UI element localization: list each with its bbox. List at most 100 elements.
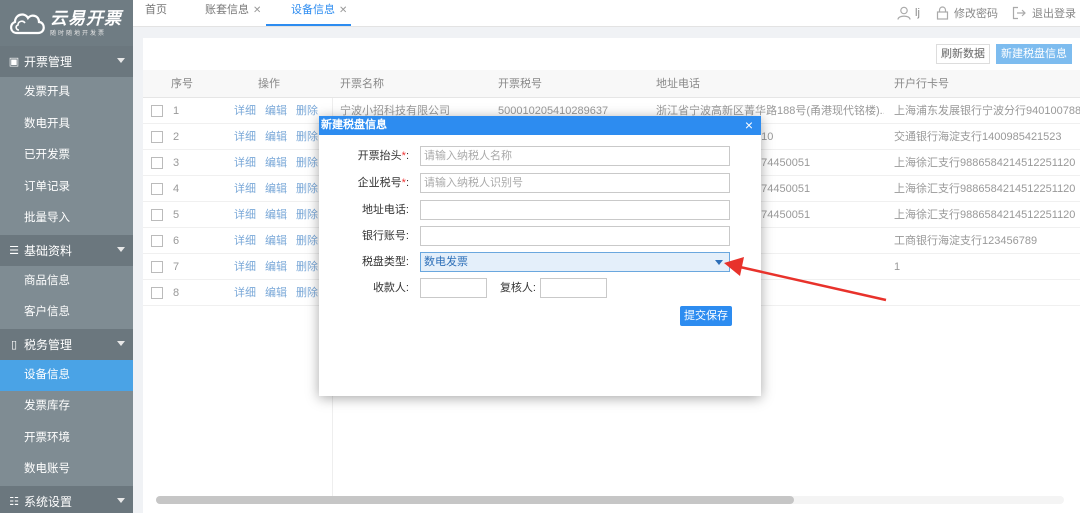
sidebar-item-issued-invoices[interactable]: 已开发票	[0, 140, 133, 172]
sidebar: 云易开票 随时随地开发票 ▣ 开票管理 发票开具 数电开具 已开发票 订单记录 …	[0, 0, 133, 513]
delete-link[interactable]: 删除	[296, 131, 318, 143]
refresh-button[interactable]: 刷新数据	[936, 44, 990, 64]
logo-slogan: 随时随地开发票	[50, 30, 107, 37]
edit-link[interactable]: 编辑	[265, 157, 287, 169]
delete-link[interactable]: 删除	[296, 235, 318, 247]
edit-link[interactable]: 编辑	[265, 209, 287, 221]
sidebar-group-label: 税务管理	[24, 337, 73, 352]
close-icon[interactable]: ×	[745, 116, 753, 135]
row-checkbox[interactable]	[151, 131, 163, 143]
delete-link[interactable]: 删除	[296, 183, 318, 195]
delete-link[interactable]: 删除	[296, 209, 318, 221]
sidebar-item-invoice-stock[interactable]: 发票库存	[0, 391, 133, 423]
address-cell: 910	[755, 131, 774, 143]
chevron-down-icon	[117, 246, 125, 252]
bank-cell: 工商银行海淀支行123456789	[894, 235, 1038, 247]
address-cell: 574450051	[755, 209, 811, 221]
delete-link[interactable]: 删除	[296, 157, 318, 169]
field-label-payee: 收款人:	[372, 282, 409, 294]
detail-link[interactable]: 详细	[234, 183, 256, 195]
logout-icon	[1012, 6, 1026, 20]
user-menu[interactable]: lj	[897, 4, 920, 22]
change-password-label: 修改密码	[954, 8, 998, 20]
edit-link[interactable]: 编辑	[265, 105, 287, 117]
edit-link[interactable]: 编辑	[265, 131, 287, 143]
chevron-down-icon	[117, 497, 125, 503]
address-phone-input[interactable]	[420, 200, 730, 220]
edit-link[interactable]: 编辑	[265, 235, 287, 247]
row-checkbox[interactable]	[151, 235, 163, 247]
submit-save-button[interactable]: 提交保存	[680, 306, 732, 326]
field-label-text: 企业税号	[357, 177, 402, 189]
label-colon: :	[405, 177, 409, 189]
chevron-down-icon	[117, 340, 125, 346]
address-cell: 574450051	[755, 183, 811, 195]
sidebar-group-label: 系统设置	[24, 494, 73, 509]
sidebar-item-issue-invoice[interactable]: 发票开具	[0, 77, 133, 109]
sidebar-item-customers[interactable]: 客户信息	[0, 297, 133, 329]
detail-link[interactable]: 详细	[234, 105, 256, 117]
delete-link[interactable]: 删除	[296, 105, 318, 117]
edit-link[interactable]: 编辑	[265, 183, 287, 195]
bank-cell: 上海徐汇支行9886584214512251120	[894, 183, 1076, 195]
column-header-no: 序号	[171, 78, 193, 90]
detail-link[interactable]: 详细	[234, 287, 256, 299]
sidebar-group-label: 基础资料	[24, 243, 73, 258]
bank-account-input[interactable]	[420, 226, 730, 246]
sidebar-item-device-info[interactable]: 设备信息	[0, 359, 133, 391]
sidebar-group-settings[interactable]: ☷ 系统设置	[0, 485, 133, 513]
bank-cell: 交通银行海淀支行1400985421523	[894, 131, 1062, 143]
row-checkbox[interactable]	[151, 261, 163, 273]
row-checkbox[interactable]	[151, 105, 163, 117]
tax-id-input[interactable]: 请输入纳税人识别号	[420, 173, 730, 193]
delete-link[interactable]: 删除	[296, 261, 318, 273]
column-header-bank: 开户行卡号	[894, 78, 949, 90]
logo[interactable]: 云易开票 随时随地开发票	[0, 0, 133, 46]
sidebar-group-label: 开票管理	[24, 55, 73, 69]
sidebar-group-tax[interactable]: ▯ 税务管理	[0, 328, 133, 360]
detail-link[interactable]: 详细	[234, 209, 256, 221]
sidebar-group-invoicing[interactable]: ▣ 开票管理	[0, 46, 133, 77]
sidebar-item-batch-import[interactable]: 批量导入	[0, 203, 133, 235]
new-tax-disk-button[interactable]: 新建税盘信息	[996, 44, 1072, 64]
horizontal-scrollbar[interactable]	[156, 496, 1064, 504]
field-label-bank: 银行账号:	[361, 230, 409, 242]
row-checkbox[interactable]	[151, 209, 163, 221]
row-checkbox[interactable]	[151, 157, 163, 169]
field-label-tax-no: 企业税号*:	[319, 173, 409, 193]
sidebar-item-products[interactable]: 商品信息	[0, 265, 133, 297]
row-number: 5	[173, 209, 180, 221]
tab-home[interactable]: 首页	[145, 0, 167, 26]
edit-link[interactable]: 编辑	[265, 261, 287, 273]
sidebar-item-order-records[interactable]: 订单记录	[0, 171, 133, 203]
sidebar-group-basic-data[interactable]: ☰ 基础资料	[0, 234, 133, 266]
delete-link[interactable]: 删除	[296, 287, 318, 299]
tab-label: 首页	[145, 4, 167, 16]
list-icon: ☰	[9, 244, 19, 257]
sidebar-item-digital-account[interactable]: 数电账号	[0, 454, 133, 486]
close-icon[interactable]: ✕	[339, 5, 347, 16]
disk-type-select[interactable]: 数电发票	[420, 252, 730, 272]
invoice-title-input[interactable]: 请输入纳税人名称	[420, 146, 730, 166]
close-icon[interactable]: ✕	[253, 5, 261, 16]
scrollbar-thumb[interactable]	[156, 496, 794, 504]
change-password-link[interactable]: 修改密码	[936, 4, 998, 22]
detail-link[interactable]: 详细	[234, 235, 256, 247]
invoice-icon: ▣	[8, 56, 20, 68]
edit-link[interactable]: 编辑	[265, 287, 287, 299]
logout-link[interactable]: 退出登录	[1012, 4, 1076, 22]
cloud-logo-icon	[8, 9, 46, 37]
sidebar-item-invoice-env[interactable]: 开票环境	[0, 422, 133, 454]
tab-account-set[interactable]: 账套信息 ✕	[205, 0, 261, 26]
settings-icon: ☷	[9, 495, 19, 508]
reviewer-input[interactable]	[540, 278, 607, 298]
address-cell: 574450051	[755, 157, 811, 169]
detail-link[interactable]: 详细	[234, 157, 256, 169]
row-number: 6	[173, 235, 180, 247]
detail-link[interactable]: 详细	[234, 131, 256, 143]
tab-device-info[interactable]: 设备信息 ✕	[266, 0, 351, 26]
detail-link[interactable]: 详细	[234, 261, 256, 273]
row-checkbox[interactable]	[151, 183, 163, 195]
row-checkbox[interactable]	[151, 287, 163, 299]
sidebar-item-digital-invoice[interactable]: 数电开具	[0, 108, 133, 140]
